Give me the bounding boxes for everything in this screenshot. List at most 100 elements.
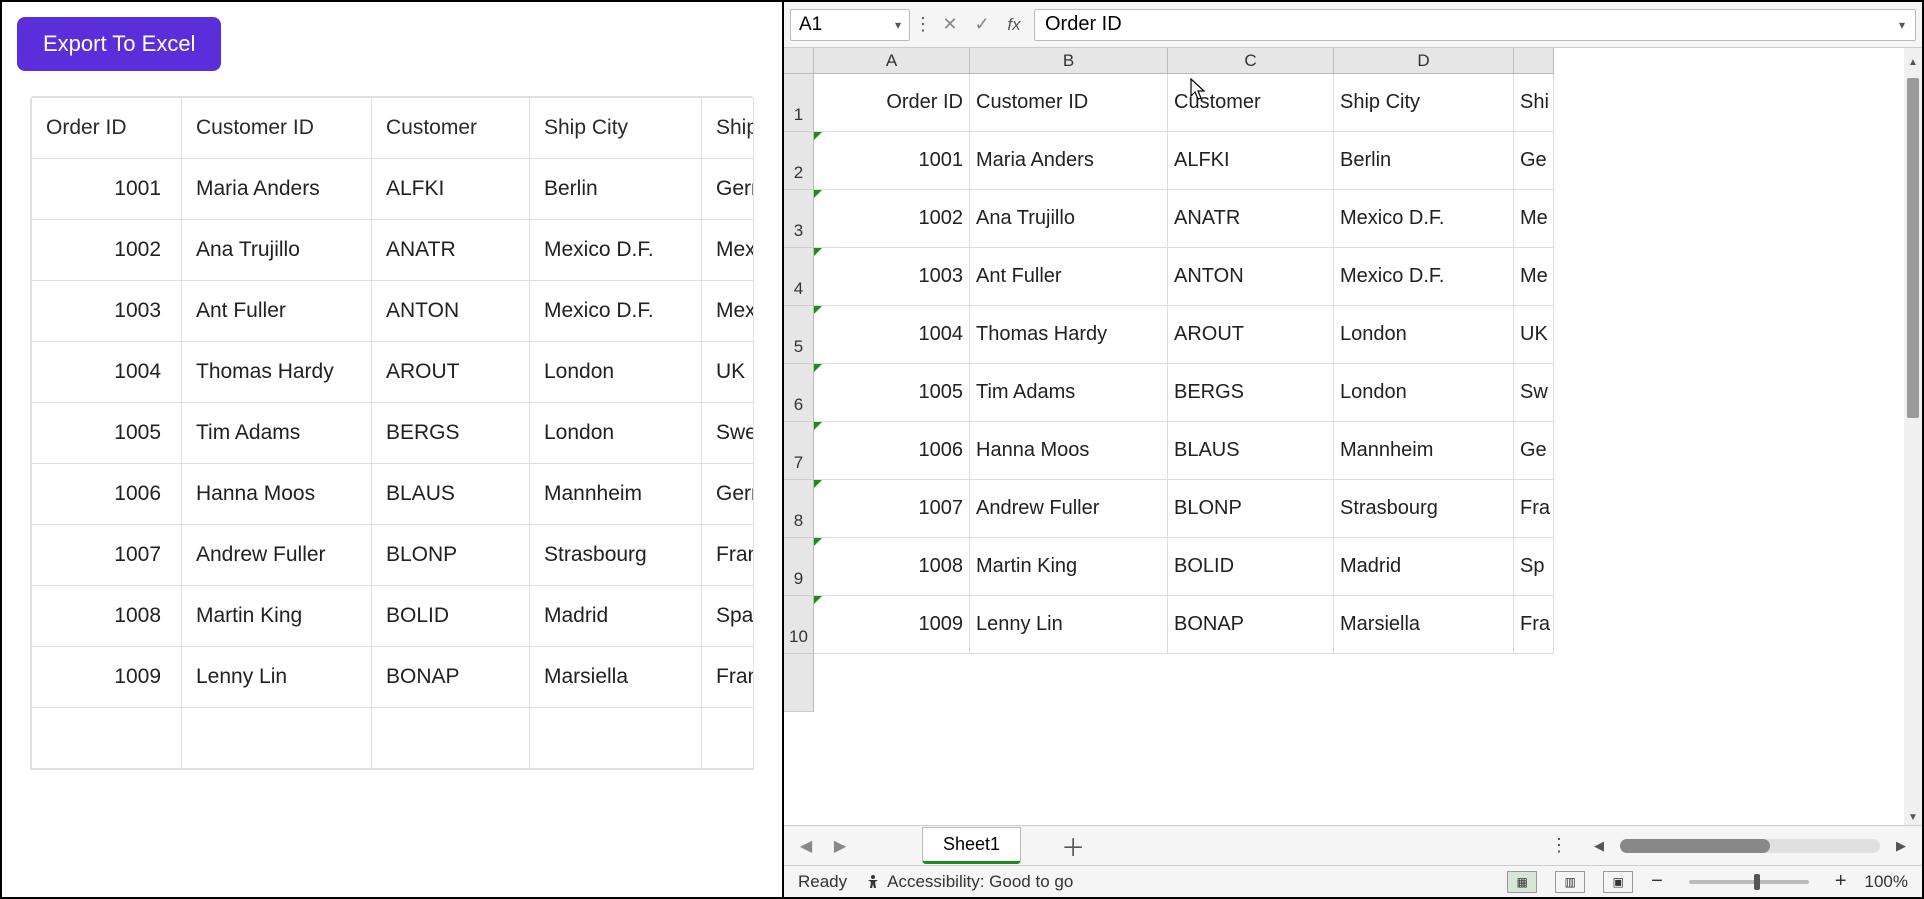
scroll-left-icon[interactable]: ◀: [1588, 838, 1610, 854]
cell[interactable]: Sw: [1514, 364, 1554, 422]
cell[interactable]: 1007: [814, 480, 970, 538]
cell[interactable]: Thomas Hardy: [970, 306, 1168, 364]
cell-customer-name[interactable]: Ana Trujillo: [182, 220, 372, 281]
grid-header-customer[interactable]: Customer: [372, 98, 530, 159]
cell[interactable]: Fra: [1514, 596, 1554, 654]
cell-order-id[interactable]: 1006: [32, 464, 182, 525]
cell[interactable]: Ge: [1514, 422, 1554, 480]
grid-header-order-id[interactable]: Order ID: [32, 98, 182, 159]
col-header-c[interactable]: C: [1168, 48, 1334, 74]
more-options-icon[interactable]: ⋮: [916, 9, 930, 41]
cell-ship-city[interactable]: Mexico D.F.: [530, 281, 702, 342]
page-break-view-icon[interactable]: ▣: [1603, 871, 1633, 893]
cell-customer-name[interactable]: Thomas Hardy: [182, 342, 372, 403]
scroll-right-icon[interactable]: ▶: [1890, 838, 1912, 854]
row-header-5[interactable]: 5: [784, 306, 814, 364]
cell-order-id[interactable]: 1002: [32, 220, 182, 281]
cell-ship-country[interactable]: Spain: [702, 586, 755, 647]
cell-customer-name[interactable]: Ant Fuller: [182, 281, 372, 342]
cell[interactable]: 1004: [814, 306, 970, 364]
cell[interactable]: Marsiella: [1334, 596, 1514, 654]
export-to-excel-button[interactable]: Export To Excel: [17, 17, 221, 71]
cell[interactable]: 1001: [814, 132, 970, 190]
cell-customer-name[interactable]: Andrew Fuller: [182, 525, 372, 586]
cell-customer-code[interactable]: ANATR: [372, 220, 530, 281]
cell[interactable]: Order ID: [814, 74, 970, 132]
table-row[interactable]: 1001Maria AndersALFKIBerlinGerma: [32, 159, 755, 220]
cell-customer-code[interactable]: ANTON: [372, 281, 530, 342]
cell-ship-city[interactable]: London: [530, 403, 702, 464]
cell[interactable]: ANATR: [1168, 190, 1334, 248]
cell[interactable]: UK: [1514, 306, 1554, 364]
chevron-down-icon[interactable]: ▾: [1899, 18, 1905, 32]
cell[interactable]: Berlin: [1334, 132, 1514, 190]
cell-ship-country[interactable]: France: [702, 647, 755, 708]
cell[interactable]: Lenny Lin: [970, 596, 1168, 654]
zoom-level[interactable]: 100%: [1865, 872, 1908, 892]
zoom-out-icon[interactable]: −: [1651, 870, 1663, 893]
cell[interactable]: BLAUS: [1168, 422, 1334, 480]
cell[interactable]: Customer ID: [970, 74, 1168, 132]
scroll-up-icon[interactable]: ▲: [1904, 54, 1922, 70]
fx-icon[interactable]: fx: [1000, 11, 1028, 39]
cancel-formula-icon[interactable]: ✕: [936, 11, 964, 39]
table-row[interactable]: 1007Andrew FullerBLONPStrasbourgFrance: [32, 525, 755, 586]
page-layout-view-icon[interactable]: ▥: [1555, 871, 1585, 893]
row-header-2[interactable]: 2: [784, 132, 814, 190]
cell[interactable]: ALFKI: [1168, 132, 1334, 190]
cell[interactable]: Me: [1514, 190, 1554, 248]
row-header-7[interactable]: 7: [784, 422, 814, 480]
cell[interactable]: BOLID: [1168, 538, 1334, 596]
sheet-row[interactable]: 1002Ana TrujilloANATRMexico D.F.Me: [814, 190, 1904, 248]
accessibility-status[interactable]: Accessibility: Good to go: [865, 872, 1073, 892]
sheet-row[interactable]: 1006Hanna MoosBLAUSMannheimGe: [814, 422, 1904, 480]
scroll-thumb[interactable]: [1907, 78, 1919, 418]
prev-sheet-icon[interactable]: ◀: [794, 836, 818, 856]
sheet-tab-sheet1[interactable]: Sheet1: [922, 827, 1021, 864]
table-row[interactable]: 1003Ant FullerANTONMexico D.F.Mexic: [32, 281, 755, 342]
next-sheet-icon[interactable]: ▶: [828, 836, 852, 856]
col-header-a[interactable]: A: [814, 48, 970, 74]
cell-ship-country[interactable]: Germa: [702, 464, 755, 525]
scroll-thumb[interactable]: [1620, 839, 1770, 853]
table-row[interactable]: 1004Thomas HardyAROUTLondonUK: [32, 342, 755, 403]
cell[interactable]: 1008: [814, 538, 970, 596]
cell-customer-name[interactable]: Martin King: [182, 586, 372, 647]
cell-customer-code[interactable]: BOLID: [372, 586, 530, 647]
cell-order-id[interactable]: 1001: [32, 159, 182, 220]
cell[interactable]: Mexico D.F.: [1334, 190, 1514, 248]
sheet-row[interactable]: 1007Andrew FullerBLONPStrasbourgFra: [814, 480, 1904, 538]
cell-ship-country[interactable]: UK: [702, 342, 755, 403]
cell-order-id[interactable]: 1008: [32, 586, 182, 647]
sheet-row[interactable]: 1001Maria AndersALFKIBerlinGe: [814, 132, 1904, 190]
cell[interactable]: Me: [1514, 248, 1554, 306]
cell[interactable]: Ana Trujillo: [970, 190, 1168, 248]
grid-header-customer-id[interactable]: Customer ID: [182, 98, 372, 159]
cell-ship-country[interactable]: Mexic: [702, 281, 755, 342]
cell[interactable]: AROUT: [1168, 306, 1334, 364]
cell[interactable]: Tim Adams: [970, 364, 1168, 422]
table-row[interactable]: 1008Martin KingBOLIDMadridSpain: [32, 586, 755, 647]
chevron-down-icon[interactable]: ▾: [895, 18, 901, 32]
cell[interactable]: Ship City: [1334, 74, 1514, 132]
cell-customer-code[interactable]: AROUT: [372, 342, 530, 403]
add-sheet-icon[interactable]: ＋: [1061, 828, 1085, 863]
cell-order-id[interactable]: 1005: [32, 403, 182, 464]
cell-customer-code[interactable]: BERGS: [372, 403, 530, 464]
sheet-row[interactable]: Order IDCustomer IDCustomerShip CityShi: [814, 74, 1904, 132]
cell[interactable]: Maria Anders: [970, 132, 1168, 190]
cell[interactable]: Ant Fuller: [970, 248, 1168, 306]
cell[interactable]: Ge: [1514, 132, 1554, 190]
cell-ship-country[interactable]: France: [702, 525, 755, 586]
sheet-row[interactable]: 1003Ant FullerANTONMexico D.F.Me: [814, 248, 1904, 306]
cell-ship-country[interactable]: Germa: [702, 159, 755, 220]
zoom-slider[interactable]: [1689, 880, 1809, 884]
row-header-11[interactable]: [784, 654, 814, 712]
row-header-9[interactable]: 9: [784, 538, 814, 596]
cell-customer-code[interactable]: BLAUS: [372, 464, 530, 525]
table-row[interactable]: 1005Tim AdamsBERGSLondonSwede: [32, 403, 755, 464]
cell[interactable]: Martin King: [970, 538, 1168, 596]
cell-customer-name[interactable]: Tim Adams: [182, 403, 372, 464]
select-all-corner[interactable]: [784, 48, 814, 74]
sheet-row[interactable]: 1004Thomas HardyAROUTLondonUK: [814, 306, 1904, 364]
